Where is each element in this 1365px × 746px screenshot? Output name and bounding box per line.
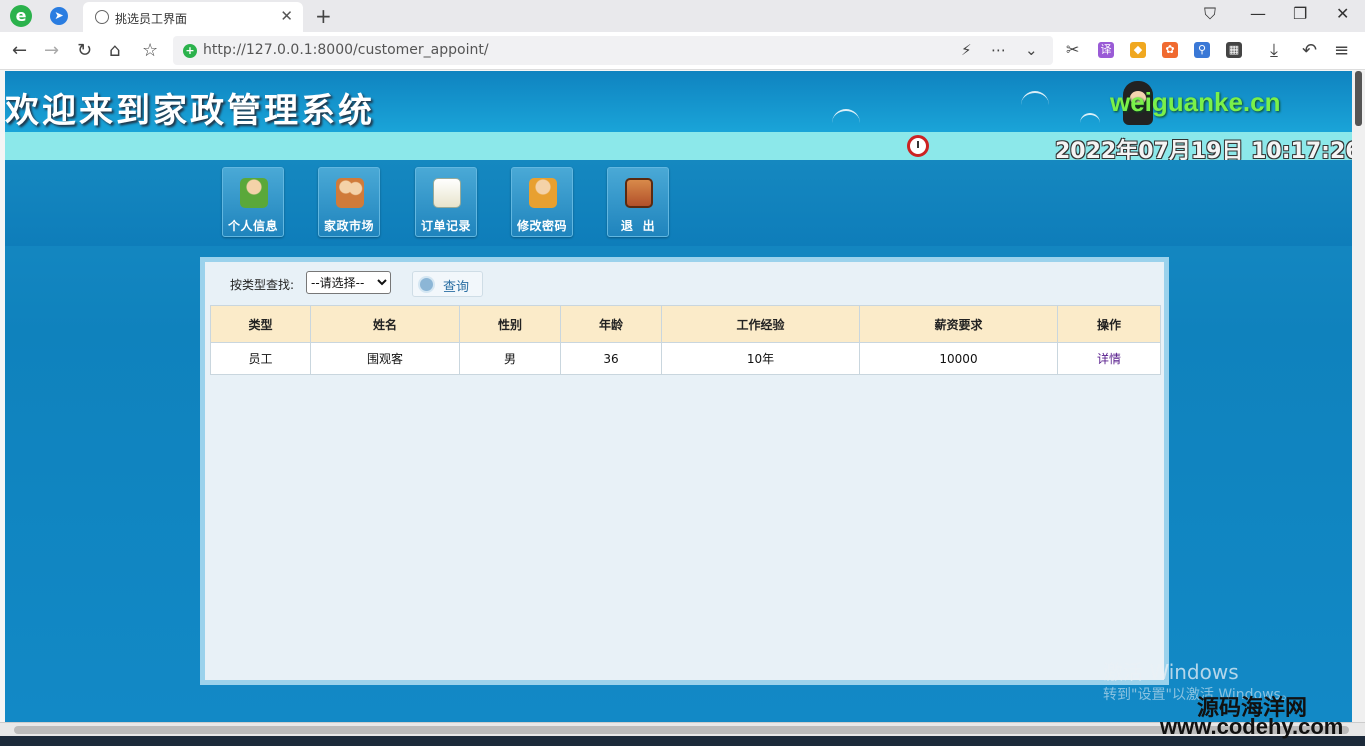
exit-icon [625, 178, 653, 208]
cell-age: 36 [560, 342, 662, 375]
cell-action: 详情 [1057, 342, 1161, 375]
type-select[interactable]: --请选择-- [306, 271, 391, 294]
tab-close-icon[interactable]: ✕ [280, 7, 293, 25]
table-header-row: 类型 姓名 性别 年龄 工作经验 薪资要求 操作 [210, 305, 1161, 343]
minimize-button[interactable]: — [1250, 4, 1266, 23]
address-bar[interactable]: + http://127.0.0.1:8000/customer_appoint… [173, 36, 1053, 65]
dandelion-decoration [832, 109, 860, 123]
home-button[interactable]: ⌂ [109, 40, 120, 61]
menu-icon[interactable]: ≡ [1334, 40, 1349, 61]
restore-button[interactable]: ❐ [1293, 4, 1307, 23]
tab-title: 挑选员工界面 [115, 12, 188, 26]
download-icon[interactable]: ⤓ [1270, 40, 1278, 61]
scissors-icon[interactable]: ✂ [1066, 40, 1079, 59]
cell-name: 围观客 [310, 342, 460, 375]
back-button[interactable]: ← [12, 40, 27, 61]
brand-logo: weiguanke.cn [1110, 87, 1281, 117]
lightning-icon[interactable]: ⚡ [961, 41, 972, 59]
reload-button[interactable]: ↻ [77, 40, 92, 61]
header-banner: 欢迎来到家政管理系统 weiguanke.cn [5, 71, 1352, 132]
chevron-down-icon[interactable]: ⌄ [1025, 41, 1038, 59]
windows-activation-title: 激活 Windows [1103, 660, 1239, 684]
browser-navbar: ← → ↻ ⌂ ☆ + http://127.0.0.1:8000/custom… [0, 32, 1365, 70]
translate-icon[interactable]: 译 [1098, 42, 1114, 58]
content-panel: 按类型查找: --请选择-- 查询 类型 姓名 性别 年龄 工作经验 薪资要求 … [205, 262, 1164, 680]
column-header: 姓名 [310, 305, 460, 343]
filter-label: 按类型查找: [230, 278, 295, 292]
scroll-thumb[interactable] [1355, 71, 1362, 126]
dandelion-decoration [1021, 91, 1049, 105]
employee-table: 类型 姓名 性别 年龄 工作经验 薪资要求 操作 员工 围观客 男 36 10年… [210, 305, 1161, 375]
query-button[interactable]: 查询 [412, 271, 483, 297]
url-text[interactable]: http://127.0.0.1:8000/customer_appoint/ [203, 42, 489, 58]
send-icon[interactable]: ➤ [50, 7, 68, 25]
shield-icon[interactable]: ◆ [1130, 42, 1146, 58]
column-header: 操作 [1057, 305, 1161, 343]
browser-tab[interactable]: 挑选员工界面 ✕ [83, 2, 303, 32]
content-panel-frame: 按类型查找: --请选择-- 查询 类型 姓名 性别 年龄 工作经验 薪资要求 … [200, 257, 1169, 685]
search-extension-icon[interactable]: ⚲ [1194, 42, 1210, 58]
menu-personal-info[interactable]: 个人信息 [222, 167, 284, 237]
cell-gender: 男 [459, 342, 561, 375]
column-header: 性别 [459, 305, 561, 343]
main-menu: 个人信息 家政市场 订单记录 修改密码 退 出 [5, 160, 1352, 246]
menu-market[interactable]: 家政市场 [318, 167, 380, 237]
dandelion-decoration [1080, 113, 1100, 127]
user-icon [240, 178, 268, 208]
new-tab-button[interactable]: + [315, 4, 332, 28]
more-icon[interactable]: ⋯ [991, 41, 1006, 59]
document-icon [433, 178, 461, 208]
menu-orders[interactable]: 订单记录 [415, 167, 477, 237]
cell-salary: 10000 [859, 342, 1058, 375]
forward-button[interactable]: → [44, 40, 59, 61]
detail-link[interactable]: 详情 [1097, 352, 1121, 366]
table-row: 员工 围观客 男 36 10年 10000 详情 [210, 342, 1161, 375]
cell-experience: 10年 [661, 342, 860, 375]
favorites-icon[interactable]: ☆ [142, 40, 158, 61]
shirt-icon[interactable]: ⛉ [1204, 4, 1216, 24]
time-bar: 2022年07月19日 10:17:26 星期二 [5, 132, 1352, 164]
menu-label: 个人信息 [227, 219, 278, 233]
apps-icon[interactable]: ▦ [1226, 42, 1242, 58]
menu-label: 订单记录 [420, 219, 471, 233]
secure-icon: + [183, 44, 197, 58]
browser-logo-icon[interactable]: e [10, 5, 32, 27]
menu-logout[interactable]: 退 出 [607, 167, 669, 237]
scroll-thumb[interactable] [14, 726, 1349, 734]
menu-label: 修改密码 [516, 219, 567, 233]
menu-label: 家政市场 [323, 219, 374, 233]
vertical-scrollbar[interactable] [1352, 71, 1365, 722]
query-label: 查询 [443, 280, 470, 295]
column-header: 薪资要求 [859, 305, 1058, 343]
search-icon [418, 276, 435, 293]
window-close-button[interactable]: ✕ [1336, 4, 1349, 23]
game-icon[interactable]: ✿ [1162, 42, 1178, 58]
globe-icon [95, 10, 109, 24]
users-icon [336, 178, 364, 208]
undo-icon[interactable]: ↶ [1302, 40, 1317, 61]
page-content: 欢迎来到家政管理系统 weiguanke.cn 2022年07月19日 10:1… [5, 71, 1352, 722]
lock-user-icon [529, 178, 557, 208]
site-watermark-url: www.codehy.com [1160, 714, 1344, 739]
column-header: 年龄 [560, 305, 662, 343]
system-title: 欢迎来到家政管理系统 [5, 91, 375, 131]
cell-type: 员工 [210, 342, 311, 375]
column-header: 工作经验 [661, 305, 860, 343]
menu-change-password[interactable]: 修改密码 [511, 167, 573, 237]
column-header: 类型 [210, 305, 311, 343]
browser-tabbar: e ➤ 挑选员工界面 ✕ + ⛉ — ❐ ✕ [0, 0, 1365, 32]
menu-label: 退 出 [620, 219, 656, 233]
clock-icon [907, 135, 929, 157]
